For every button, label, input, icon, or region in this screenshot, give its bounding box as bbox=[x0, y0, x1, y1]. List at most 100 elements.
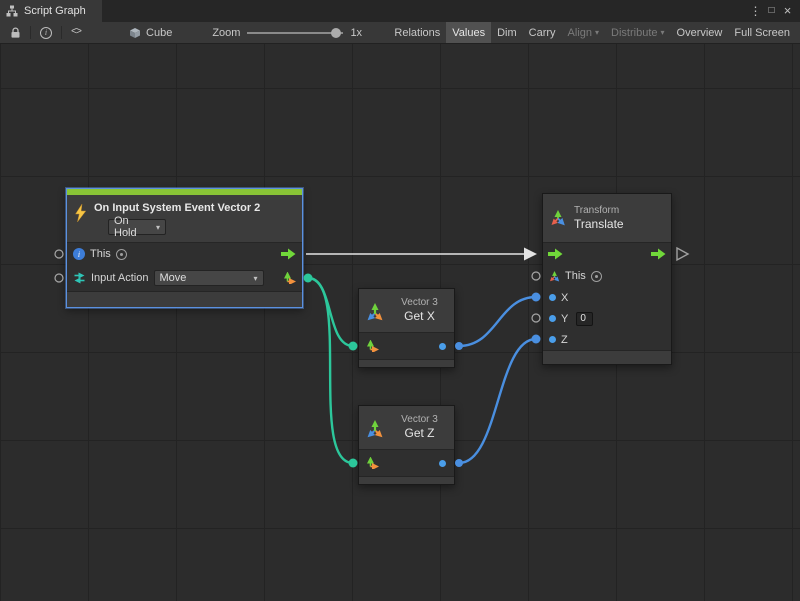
vector3-input-port-icon[interactable] bbox=[367, 457, 379, 469]
node-category: Transform bbox=[574, 205, 624, 217]
inspect-button[interactable]: i bbox=[34, 22, 58, 43]
dropdown-arrow-icon: ▾ bbox=[595, 28, 599, 37]
vector2-output-port-icon[interactable] bbox=[284, 272, 296, 284]
port-get-x-out[interactable] bbox=[455, 342, 463, 350]
window-menu-icon[interactable]: ⋮ bbox=[748, 0, 763, 22]
zoom-slider-track[interactable] bbox=[247, 32, 343, 34]
port-translate-this-in[interactable] bbox=[532, 272, 540, 280]
translate-this-row: This bbox=[543, 265, 671, 287]
lock-button[interactable] bbox=[4, 22, 27, 43]
script-graph-window: Script Graph ⋮ □ × i <> Cube Zoom 1x bbox=[0, 0, 800, 601]
port-event-vector2-out[interactable] bbox=[304, 274, 313, 283]
transform-icon bbox=[549, 271, 560, 282]
port-translate-flow-out[interactable] bbox=[677, 248, 688, 260]
get-x-header: Vector 3 Get X bbox=[359, 289, 454, 333]
wire-event-to-get-x[interactable] bbox=[308, 278, 353, 346]
toolbar-button-distribute[interactable]: Distribute ▾ bbox=[605, 22, 670, 43]
node-get-z[interactable]: Vector 3 Get Z bbox=[358, 405, 455, 485]
lock-icon bbox=[10, 27, 21, 39]
toolbar-button-carry[interactable]: Carry bbox=[523, 22, 562, 43]
port-event-action-in[interactable] bbox=[55, 274, 63, 282]
tab-script-graph[interactable]: Script Graph bbox=[0, 0, 102, 22]
get-z-footer bbox=[359, 476, 454, 484]
node-on-input-system-event[interactable]: On Input System Event Vector 2 On Hold ▾… bbox=[66, 188, 303, 308]
port-get-z-out[interactable] bbox=[455, 459, 463, 467]
flow-output-port-icon[interactable] bbox=[651, 248, 666, 260]
translate-y-row: Y 0 bbox=[543, 308, 671, 329]
node-title: Translate bbox=[574, 217, 624, 232]
self-object-icon: i bbox=[73, 248, 85, 260]
transform-icon bbox=[550, 210, 566, 226]
maximize-icon[interactable]: □ bbox=[764, 0, 779, 22]
tab-title: Script Graph bbox=[24, 5, 86, 17]
get-x-footer bbox=[359, 359, 454, 367]
graph-canvas[interactable]: On Input System Event Vector 2 On Hold ▾… bbox=[0, 44, 800, 601]
node-category: Vector 3 bbox=[391, 414, 448, 426]
cube-icon bbox=[129, 27, 141, 39]
close-icon[interactable]: × bbox=[780, 0, 795, 22]
toolbar-button-overview[interactable]: Overview bbox=[671, 22, 729, 43]
graph-context-object[interactable]: Cube bbox=[129, 27, 172, 39]
flow-output-port-icon[interactable] bbox=[281, 248, 296, 260]
port-translate-x-in[interactable] bbox=[532, 293, 541, 302]
zoom-label: Zoom bbox=[212, 27, 240, 39]
x-input-port[interactable] bbox=[549, 294, 556, 301]
input-action-dropdown[interactable]: Move ▾ bbox=[154, 270, 264, 286]
y-input-port[interactable] bbox=[549, 315, 556, 322]
get-member-icon bbox=[365, 301, 385, 321]
value-output-port[interactable] bbox=[439, 460, 446, 467]
port-get-z-in[interactable] bbox=[349, 459, 358, 468]
dropdown-arrow-icon: ▾ bbox=[661, 28, 665, 37]
port-get-x-in[interactable] bbox=[349, 342, 358, 351]
window-controls: ⋮ □ × bbox=[748, 0, 800, 22]
wire-get-z-to-translate-z[interactable] bbox=[459, 339, 536, 463]
target-icon[interactable] bbox=[591, 271, 602, 282]
zoom-slider[interactable] bbox=[247, 26, 343, 40]
node-transform-translate[interactable]: Transform Translate This X Y 0 bbox=[542, 193, 672, 365]
lightning-icon bbox=[74, 204, 87, 222]
y-value-input[interactable]: 0 bbox=[576, 312, 593, 326]
event-node-header: On Input System Event Vector 2 On Hold ▾ bbox=[67, 195, 302, 243]
code-icon: <> bbox=[71, 27, 81, 38]
port-event-flow-in[interactable] bbox=[55, 250, 63, 258]
toolbar-button-relations[interactable]: Relations bbox=[388, 22, 446, 43]
wire-event-to-get-z[interactable] bbox=[308, 278, 353, 463]
toolbar-button-align[interactable]: Align ▾ bbox=[562, 22, 605, 43]
toolbar-divider bbox=[61, 26, 62, 39]
event-input-action-row: Input Action Move ▾ bbox=[67, 265, 302, 291]
toolbar-divider bbox=[30, 26, 31, 39]
event-mode-dropdown[interactable]: On Hold ▾ bbox=[108, 219, 166, 235]
toolbar-button-fullscreen[interactable]: Full Screen bbox=[728, 22, 796, 43]
translate-header: Transform Translate bbox=[543, 194, 671, 243]
translate-footer bbox=[543, 350, 671, 364]
object-name-label: Cube bbox=[146, 27, 172, 39]
code-preview-button[interactable]: <> bbox=[65, 22, 87, 43]
node-get-x[interactable]: Vector 3 Get X bbox=[358, 288, 455, 368]
get-z-port-row bbox=[359, 450, 454, 476]
zoom-slider-handle[interactable] bbox=[331, 28, 341, 38]
event-node-title: On Input System Event Vector 2 bbox=[94, 201, 260, 215]
port-translate-z-in[interactable] bbox=[532, 335, 541, 344]
toolbar-button-values[interactable]: Values bbox=[446, 22, 491, 43]
zoom-value: 1x bbox=[350, 27, 362, 39]
graph-icon bbox=[6, 5, 18, 17]
event-this-row: i This bbox=[67, 243, 302, 265]
node-title: Get Z bbox=[391, 426, 448, 441]
event-node-footer bbox=[67, 291, 302, 307]
input-action-icon bbox=[73, 272, 86, 284]
vector3-input-port-icon[interactable] bbox=[367, 340, 379, 352]
get-x-port-row bbox=[359, 333, 454, 359]
wire-arrowhead bbox=[524, 248, 537, 261]
graph-toolbar: i <> Cube Zoom 1x Relations Values Dim C… bbox=[0, 22, 800, 44]
port-translate-y-in[interactable] bbox=[532, 314, 540, 322]
value-output-port[interactable] bbox=[439, 343, 446, 350]
dropdown-arrow-icon: ▾ bbox=[253, 274, 257, 283]
target-icon[interactable] bbox=[116, 249, 127, 260]
z-input-port[interactable] bbox=[549, 336, 556, 343]
toolbar-button-dim[interactable]: Dim bbox=[491, 22, 523, 43]
wire-get-x-to-translate-x[interactable] bbox=[459, 297, 536, 346]
dropdown-arrow-icon: ▾ bbox=[156, 223, 160, 232]
flow-input-port-icon[interactable] bbox=[548, 248, 563, 260]
node-title: Get X bbox=[391, 309, 448, 324]
translate-x-row: X bbox=[543, 287, 671, 308]
